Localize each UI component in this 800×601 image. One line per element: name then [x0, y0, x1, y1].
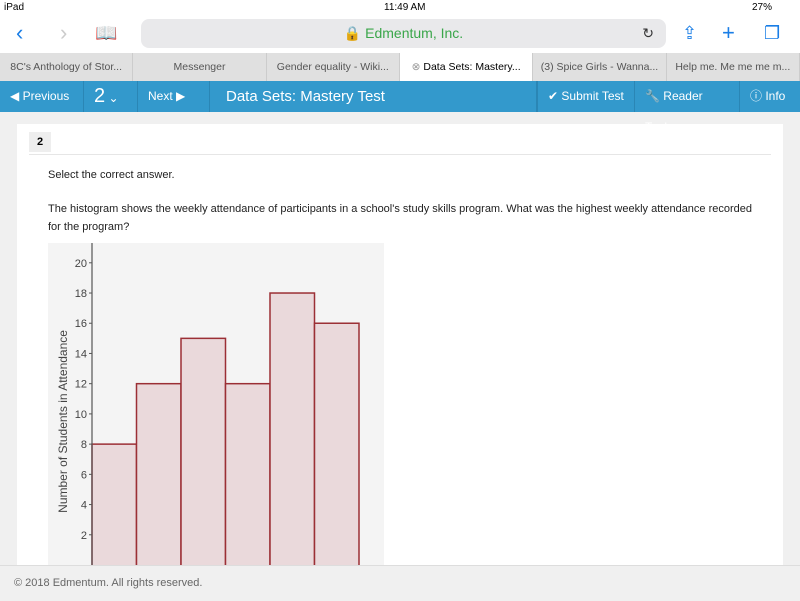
- submit-test-button[interactable]: ✔ Submit Test: [537, 81, 635, 112]
- bookmarks-icon[interactable]: 📖: [95, 23, 117, 44]
- reader-tools-button[interactable]: 🔧 Reader Tools: [635, 81, 740, 134]
- test-nav-bar: ◀ Previous 2 ⌄ Next ▶ Data Sets: Mastery…: [0, 81, 800, 134]
- new-tab-icon[interactable]: +: [722, 20, 735, 46]
- y-tick-label: 8: [81, 439, 87, 451]
- info-label: Info: [765, 89, 786, 103]
- divider: [29, 154, 771, 155]
- browser-tab[interactable]: 8C's Anthology of Stor...: [0, 53, 134, 81]
- question-number: 2: [94, 85, 106, 107]
- y-tick-label: 12: [75, 379, 87, 391]
- browser-toolbar: ‹ › 📖 🔒 Edmentum, Inc. ↻ ⇪ + ❐: [0, 16, 800, 53]
- y-tick-label: 20: [75, 258, 87, 270]
- battery-label: 27%: [752, 2, 773, 13]
- y-tick-label: 2: [81, 530, 87, 542]
- submit-label: Submit Test: [561, 89, 624, 103]
- reload-icon[interactable]: ↻: [642, 19, 654, 48]
- forward-icon[interactable]: ›: [60, 20, 67, 46]
- question-number-badge: 2: [29, 132, 51, 152]
- browser-tab[interactable]: Help me. Me me me m...: [667, 53, 800, 81]
- browser-tab[interactable]: (3) Spice Girls - Wanna...: [533, 53, 667, 81]
- close-tab-icon[interactable]: ⊗: [412, 61, 424, 73]
- browser-tab[interactable]: Gender equality - Wiki...: [267, 53, 400, 81]
- question-card: 2 Select the correct answer. The histogr…: [17, 124, 783, 568]
- y-tick-label: 18: [75, 288, 87, 300]
- arrow-left-icon: ◀: [10, 89, 23, 103]
- device-label: iPad: [4, 2, 25, 13]
- histogram-bar: [135, 382, 182, 568]
- previous-button[interactable]: ◀ Previous: [0, 81, 84, 112]
- y-tick-label: 16: [75, 318, 87, 330]
- y-tick-label: 14: [75, 348, 87, 360]
- chevron-down-icon: ⌄: [105, 91, 119, 105]
- share-icon[interactable]: ⇪: [682, 23, 697, 44]
- y-tick-label: 6: [81, 469, 87, 481]
- browser-tabs: 8C's Anthology of Stor... Messenger Gend…: [0, 53, 800, 81]
- previous-label: Previous: [22, 89, 70, 103]
- histogram-svg: 2 4 6 8 10 12 14 16 18 20 Number of Students in At…: [56, 243, 360, 568]
- back-icon[interactable]: ‹: [16, 20, 23, 46]
- y-tick-label: 10: [75, 409, 87, 421]
- histogram-bar: [180, 337, 227, 568]
- histogram-bar: [313, 322, 360, 568]
- lock-icon: 🔒: [343, 25, 366, 41]
- status-bar: iPad 11:49 AM 27%: [0, 0, 800, 16]
- url-label: Edmentum, Inc.: [365, 25, 464, 41]
- arrow-right-icon: ▶: [172, 89, 186, 103]
- address-bar[interactable]: 🔒 Edmentum, Inc. ↻: [141, 19, 666, 48]
- next-label: Next: [148, 89, 173, 103]
- wrench-icon: 🔧: [645, 89, 664, 103]
- test-title: Data Sets: Mastery Test: [210, 81, 537, 112]
- histogram-bar: [269, 292, 316, 568]
- question-text: The histogram shows the weekly attendanc…: [48, 203, 753, 233]
- tab-label: Data Sets: Mastery...: [423, 61, 521, 73]
- instruction: Select the correct answer.: [48, 169, 175, 181]
- tabs-icon[interactable]: ❐: [764, 23, 780, 44]
- y-axis-label: Number of Students in Attendance: [56, 330, 70, 513]
- histogram: 2 4 6 8 10 12 14 16 18 20 Number of Students in At…: [48, 243, 384, 568]
- footer: © 2018 Edmentum. All rights reserved.: [0, 565, 800, 600]
- next-button[interactable]: Next ▶: [138, 81, 210, 112]
- histogram-bar: [91, 443, 138, 568]
- browser-tab-active[interactable]: ⊗ Data Sets: Mastery...: [399, 53, 534, 81]
- info-icon: ⓘ: [750, 89, 766, 103]
- question-select[interactable]: 2 ⌄: [84, 81, 138, 112]
- info-button[interactable]: ⓘ Info: [740, 81, 800, 112]
- clock: 11:49 AM: [384, 2, 426, 13]
- browser-tab[interactable]: Messenger: [133, 53, 267, 81]
- y-tick-label: 4: [81, 500, 87, 512]
- histogram-bar: [224, 382, 271, 568]
- check-icon: ✔: [548, 89, 562, 103]
